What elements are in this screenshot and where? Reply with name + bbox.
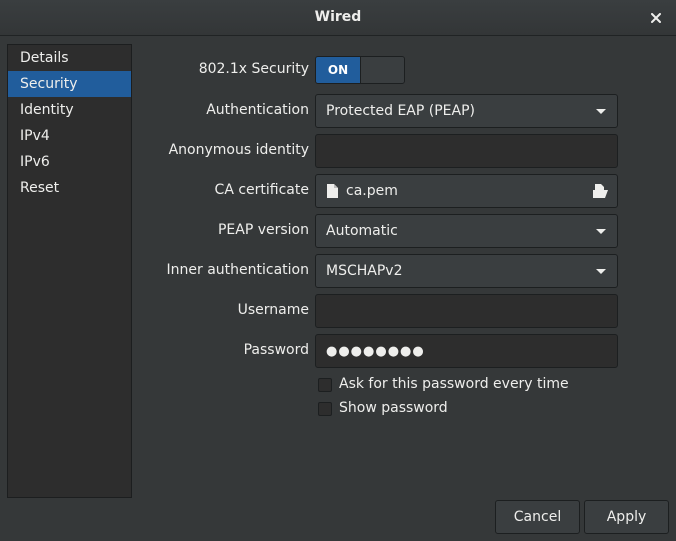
show-password-checkbox[interactable] [318,402,332,416]
chevron-down-icon [596,229,606,234]
show-password-label[interactable]: Show password [339,400,448,416]
password-value: ●●●●●●●● [326,344,425,359]
cancel-button[interactable]: Cancel [495,500,580,534]
ask-password-label[interactable]: Ask for this password every time [339,376,569,392]
document-open-icon [593,184,608,198]
ca-certificate-label: CA certificate [214,182,309,198]
sidebar-item-ipv6[interactable]: IPv6 [8,149,131,175]
anonymous-identity-label: Anonymous identity [168,142,309,158]
inner-auth-value: MSCHAPv2 [326,263,403,279]
password-input[interactable]: ●●●●●●●● [315,334,618,368]
close-icon [651,13,661,23]
apply-button[interactable]: Apply [584,500,669,534]
toggle-state-label: ON [316,57,360,83]
sidebar-item-details[interactable]: Details [8,45,131,71]
inner-auth-label: Inner authentication [166,262,309,278]
peap-version-dropdown[interactable]: Automatic [315,214,618,248]
chevron-down-icon [596,109,606,114]
password-label: Password [243,342,309,358]
sidebar-item-ipv4[interactable]: IPv4 [8,123,131,149]
authentication-value: Protected EAP (PEAP) [326,103,475,119]
inner-auth-dropdown[interactable]: MSCHAPv2 [315,254,618,288]
ca-certificate-chooser[interactable]: ca.pem [315,174,618,208]
security-toggle-switch[interactable]: ON [315,56,405,84]
peap-version-label: PEAP version [217,222,309,238]
authentication-dropdown[interactable]: Protected EAP (PEAP) [315,94,618,128]
anonymous-identity-input[interactable] [315,134,618,168]
close-button[interactable] [644,6,668,30]
chevron-down-icon [596,269,606,274]
username-label: Username [237,302,309,318]
sidebar-item-reset[interactable]: Reset [8,175,131,201]
sidebar: Details Security Identity IPv4 IPv6 Rese… [7,44,132,498]
toggle-knob[interactable] [360,57,404,83]
ask-password-checkbox[interactable] [318,378,332,392]
authentication-label: Authentication [206,102,309,118]
window-title: Wired [314,9,362,25]
file-icon [327,184,338,198]
username-input[interactable] [315,294,618,328]
title-bar: Wired [0,0,676,36]
sidebar-item-security[interactable]: Security [8,71,131,97]
sidebar-item-identity[interactable]: Identity [8,97,131,123]
security-toggle-label: 802.1x Security [198,61,309,77]
ca-certificate-value: ca.pem [346,183,398,199]
peap-version-value: Automatic [326,223,398,239]
